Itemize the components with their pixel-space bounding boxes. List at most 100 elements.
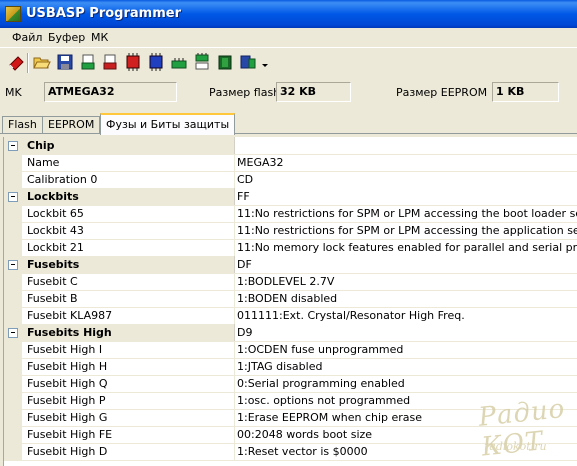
watermark-url: radiokot.ru xyxy=(484,440,547,453)
category-value[interactable]: FF xyxy=(234,188,577,205)
tab-flash[interactable]: Flash xyxy=(2,116,43,133)
category-value[interactable] xyxy=(234,137,577,154)
read-icon[interactable] xyxy=(79,53,97,71)
row-gutter xyxy=(4,409,22,426)
property-row[interactable]: Lockbit 43 11:No restrictions for SPM or … xyxy=(4,222,577,240)
property-value[interactable]: 11:No restrictions for SPM or LPM access… xyxy=(234,205,577,222)
mk-value: ATMEGA32 xyxy=(44,82,177,102)
collapse-icon[interactable] xyxy=(8,260,18,270)
category-row[interactable]: Fusebits DF xyxy=(4,256,577,274)
category-name: Fusebits xyxy=(27,258,80,271)
row-gutter xyxy=(4,290,22,307)
property-value[interactable]: 11:No restrictions for SPM or LPM access… xyxy=(234,222,577,239)
property-row[interactable]: Fusebit High I 1:OCDEN fuse unprogrammed xyxy=(4,341,577,359)
row-gutter xyxy=(4,273,22,290)
row-gutter xyxy=(4,205,22,222)
property-value[interactable]: 1:OCDEN fuse unprogrammed xyxy=(234,341,577,358)
row-gutter xyxy=(4,154,22,171)
collapse-icon[interactable] xyxy=(8,328,18,338)
property-value[interactable]: 11:No memory lock features enabled for p… xyxy=(234,239,577,256)
property-row[interactable]: Fusebit KLA987 011111:Ext. Crystal/Resona… xyxy=(4,307,577,325)
row-gutter xyxy=(4,392,22,409)
eeprom-size-value: 1 KB xyxy=(492,82,559,102)
property-row[interactable]: Name MEGA32 xyxy=(4,154,577,172)
property-row[interactable]: Fusebit C 1:BODLEVEL 2.7V xyxy=(4,273,577,291)
verify-icon[interactable] xyxy=(170,53,188,71)
window-title: USBASP Programmer xyxy=(26,6,181,21)
menu-mk[interactable]: МК xyxy=(91,31,108,44)
tab-eeprom[interactable]: EEPROM xyxy=(42,116,101,133)
tab-fuses[interactable]: Фузы и Биты защиты xyxy=(100,113,236,135)
row-gutter xyxy=(4,256,22,273)
menu-buffer[interactable]: Буфер xyxy=(48,31,85,44)
row-gutter xyxy=(4,188,22,205)
eeprom-size-label: Размер EEPROM xyxy=(396,86,488,99)
row-gutter xyxy=(4,222,22,239)
category-name: Fusebits High xyxy=(27,326,112,339)
write-icon[interactable] xyxy=(101,53,119,71)
fuse-icon[interactable] xyxy=(193,53,211,71)
category-value[interactable]: DF xyxy=(234,256,577,273)
property-name: Fusebit High D xyxy=(27,445,108,458)
property-name: Name xyxy=(27,156,60,169)
collapse-icon[interactable] xyxy=(8,192,18,202)
property-name: Calibration 0 xyxy=(27,173,98,186)
category-row[interactable]: Lockbits FF xyxy=(4,188,577,206)
property-name: Fusebit High H xyxy=(27,360,108,373)
property-value[interactable]: 1:BODEN disabled xyxy=(234,290,577,307)
dropdown-arrow-icon[interactable] xyxy=(260,53,270,71)
toolbar xyxy=(0,47,577,79)
row-gutter xyxy=(4,375,22,392)
property-value[interactable]: 1:BODLEVEL 2.7V xyxy=(234,273,577,290)
tab-divider xyxy=(0,133,577,134)
flash-size-value: 32 KB xyxy=(276,82,351,102)
collapse-icon[interactable] xyxy=(8,141,18,151)
tab-strip: Flash EEPROM Фузы и Биты защиты xyxy=(0,112,577,135)
save-icon[interactable] xyxy=(56,53,74,71)
row-gutter xyxy=(4,443,22,460)
category-row[interactable]: Fusebits High D9 xyxy=(4,324,577,342)
row-gutter xyxy=(4,171,22,188)
row-gutter xyxy=(4,239,22,256)
property-row[interactable]: Lockbit 21 11:No memory lock features ena… xyxy=(4,239,577,257)
menu-bar: Файл Буфер МК xyxy=(0,28,577,47)
property-name: Fusebit B xyxy=(27,292,78,305)
property-name: Fusebit High P xyxy=(27,394,106,407)
property-row[interactable]: Lockbit 65 11:No restrictions for SPM or … xyxy=(4,205,577,223)
property-name: Fusebit High G xyxy=(27,411,108,424)
property-name: Fusebit High FE xyxy=(27,428,113,441)
row-gutter xyxy=(4,324,22,341)
lock-icon[interactable] xyxy=(216,53,234,71)
property-row[interactable]: Fusebit B 1:BODEN disabled xyxy=(4,290,577,308)
open-folder-icon[interactable] xyxy=(33,53,51,71)
watermark-logo: Радио КОТ radiokot.ru xyxy=(477,388,572,463)
toolbar-separator xyxy=(27,53,29,73)
chip-write-icon[interactable] xyxy=(147,53,165,71)
chip-read-icon[interactable] xyxy=(124,53,142,71)
settings-icon[interactable] xyxy=(239,53,257,71)
category-name: Lockbits xyxy=(27,190,79,203)
property-name: Fusebit High Q xyxy=(27,377,108,390)
property-name: Lockbit 65 xyxy=(27,207,84,220)
row-gutter xyxy=(4,137,22,154)
property-name: Fusebit C xyxy=(27,275,78,288)
property-name: Lockbit 43 xyxy=(27,224,84,237)
property-value[interactable]: 1:JTAG disabled xyxy=(234,358,577,375)
property-row[interactable]: Calibration 0 CD xyxy=(4,171,577,189)
category-name: Chip xyxy=(27,139,55,152)
eraser-icon[interactable] xyxy=(8,53,26,71)
category-value[interactable]: D9 xyxy=(234,324,577,341)
property-value[interactable]: 011111:Ext. Crystal/Resonator High Freq. xyxy=(234,307,577,324)
property-row[interactable]: Fusebit High H 1:JTAG disabled xyxy=(4,358,577,376)
menu-file[interactable]: Файл xyxy=(12,31,42,44)
device-info-bar: MK ATMEGA32 Размер flash 32 KB Размер EE… xyxy=(0,78,577,112)
row-gutter xyxy=(4,341,22,358)
title-bar: USBASP Programmer xyxy=(0,0,577,28)
property-value[interactable]: MEGA32 xyxy=(234,154,577,171)
row-gutter xyxy=(4,358,22,375)
property-name: Fusebit KLA987 xyxy=(27,309,113,322)
category-row[interactable]: Chip xyxy=(4,137,577,155)
flash-size-label: Размер flash xyxy=(209,86,281,99)
mk-label: MK xyxy=(5,86,22,99)
property-value[interactable]: CD xyxy=(234,171,577,188)
